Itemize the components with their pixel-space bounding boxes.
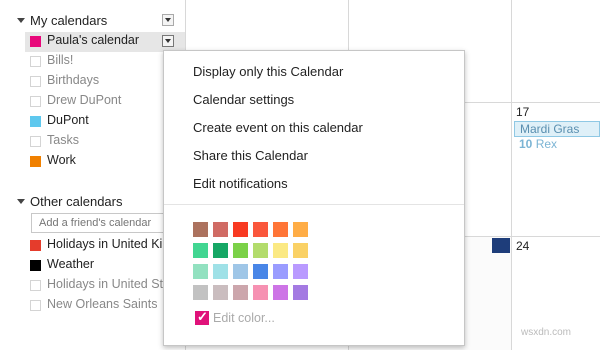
color-swatch[interactable] xyxy=(273,285,288,300)
calendar-label[interactable]: Tasks xyxy=(47,133,79,147)
menu-item-calendar-settings[interactable]: Calendar settings xyxy=(193,92,294,107)
calendar-label[interactable]: Holidays in United Ki xyxy=(47,237,162,251)
calendar-options-menu: Display only this Calendar Calendar sett… xyxy=(163,50,465,346)
other-calendars-header[interactable]: Other calendars xyxy=(0,193,185,213)
calendar-list-item[interactable]: Tasks xyxy=(25,132,185,152)
calendar-label[interactable]: Holidays in United St xyxy=(47,277,163,291)
color-swatch[interactable] xyxy=(233,222,248,237)
calendar-checkbox-empty[interactable] xyxy=(30,56,41,67)
calendar-list-item[interactable]: Drew DuPont xyxy=(25,92,185,112)
calendar-list-item[interactable]: Bills! xyxy=(25,52,185,72)
color-swatch[interactable] xyxy=(213,222,228,237)
my-calendars-header[interactable]: My calendars xyxy=(0,12,185,32)
menu-divider xyxy=(164,204,464,205)
color-swatch[interactable] xyxy=(293,243,308,258)
watermark: wsxdn.com xyxy=(521,327,572,338)
color-swatch[interactable] xyxy=(253,264,268,279)
chevron-down-icon xyxy=(165,39,171,43)
color-swatch[interactable] xyxy=(273,264,288,279)
other-calendars-title: Other calendars xyxy=(30,194,123,209)
event-rex-time: 10 xyxy=(519,137,533,151)
calendar-label[interactable]: Paula's calendar xyxy=(47,33,139,47)
color-swatch[interactable] xyxy=(193,222,208,237)
grid-line xyxy=(465,102,600,103)
calendar-sidebar: My calendars Paula's calendar Bills! Birth… xyxy=(0,0,185,350)
calendar-checkbox-empty[interactable] xyxy=(30,300,41,311)
my-calendars-dropdown-button[interactable] xyxy=(162,14,174,26)
calendar-label[interactable]: New Orleans Saints xyxy=(47,297,157,311)
color-swatch[interactable] xyxy=(233,285,248,300)
calendar-list-item[interactable]: New Orleans Saints xyxy=(25,296,185,316)
event-mardi-gras[interactable]: Mardi Gras xyxy=(514,121,600,137)
event-rex-title: Rex xyxy=(535,137,558,151)
calendar-checkbox-empty[interactable] xyxy=(30,96,41,107)
color-swatch[interactable] xyxy=(273,243,288,258)
menu-item-edit-notifications[interactable]: Edit notifications xyxy=(193,176,288,191)
calendar-list-item[interactable]: Holidays in United St xyxy=(25,276,185,296)
color-swatch[interactable] xyxy=(233,243,248,258)
color-swatch[interactable] xyxy=(293,264,308,279)
color-swatch[interactable] xyxy=(253,222,268,237)
color-swatch[interactable] xyxy=(213,285,228,300)
calendar-color-swatch[interactable] xyxy=(30,36,41,47)
color-swatch[interactable] xyxy=(213,243,228,258)
menu-item-display-only[interactable]: Display only this Calendar xyxy=(193,64,343,79)
calendar-label[interactable]: DuPont xyxy=(47,113,89,127)
color-swatch[interactable] xyxy=(233,264,248,279)
calendar-list-item[interactable]: Paula's calendar xyxy=(25,32,185,52)
grid-line xyxy=(511,0,512,350)
collapse-triangle-icon[interactable] xyxy=(17,18,25,23)
weather-badge-icon xyxy=(492,238,510,253)
calendar-label[interactable]: Work xyxy=(47,153,76,167)
color-swatch[interactable] xyxy=(273,222,288,237)
calendar-label[interactable]: Drew DuPont xyxy=(47,93,121,107)
selected-color-checkbox[interactable]: ✓ xyxy=(195,309,209,325)
color-swatch[interactable] xyxy=(193,264,208,279)
calendar-color-swatch[interactable] xyxy=(30,156,41,167)
event-rex[interactable]: 10 Rex xyxy=(519,137,557,151)
calendar-label[interactable]: Birthdays xyxy=(47,73,99,87)
calendar-list-item[interactable]: Holidays in United Ki xyxy=(25,236,185,256)
color-swatch[interactable] xyxy=(293,222,308,237)
color-swatch[interactable] xyxy=(193,243,208,258)
add-friend-calendar-input[interactable] xyxy=(31,213,179,233)
menu-item-share-calendar[interactable]: Share this Calendar xyxy=(193,148,308,163)
day-number-17[interactable]: 17 xyxy=(516,105,529,119)
calendar-label[interactable]: Bills! xyxy=(47,53,73,67)
calendar-color-swatch[interactable] xyxy=(30,240,41,251)
chevron-down-icon xyxy=(165,18,171,22)
color-swatch[interactable] xyxy=(213,264,228,279)
calendar-list-item[interactable]: DuPont xyxy=(25,112,185,132)
calendar-list-item[interactable]: Birthdays xyxy=(25,72,185,92)
my-calendars-title: My calendars xyxy=(30,13,108,28)
menu-item-create-event[interactable]: Create event on this calendar xyxy=(193,120,363,135)
calendar-checkbox-empty[interactable] xyxy=(30,136,41,147)
color-swatch[interactable] xyxy=(293,285,308,300)
calendar-checkbox-empty[interactable] xyxy=(30,76,41,87)
day-number-24[interactable]: 24 xyxy=(516,239,529,253)
color-swatch[interactable] xyxy=(193,285,208,300)
calendar-color-swatch[interactable] xyxy=(30,116,41,127)
calendar-checkbox-empty[interactable] xyxy=(30,280,41,291)
color-swatch[interactable] xyxy=(253,243,268,258)
collapse-triangle-icon[interactable] xyxy=(17,199,25,204)
edit-color-link[interactable]: Edit color... xyxy=(213,311,275,325)
check-icon: ✓ xyxy=(197,309,208,324)
calendar-list-item[interactable]: Weather xyxy=(25,256,185,276)
color-swatch[interactable] xyxy=(253,285,268,300)
calendar-options-button[interactable] xyxy=(162,35,174,47)
calendar-color-swatch[interactable] xyxy=(30,260,41,271)
calendar-label[interactable]: Weather xyxy=(47,257,94,271)
calendar-list-item[interactable]: Work xyxy=(25,152,185,172)
